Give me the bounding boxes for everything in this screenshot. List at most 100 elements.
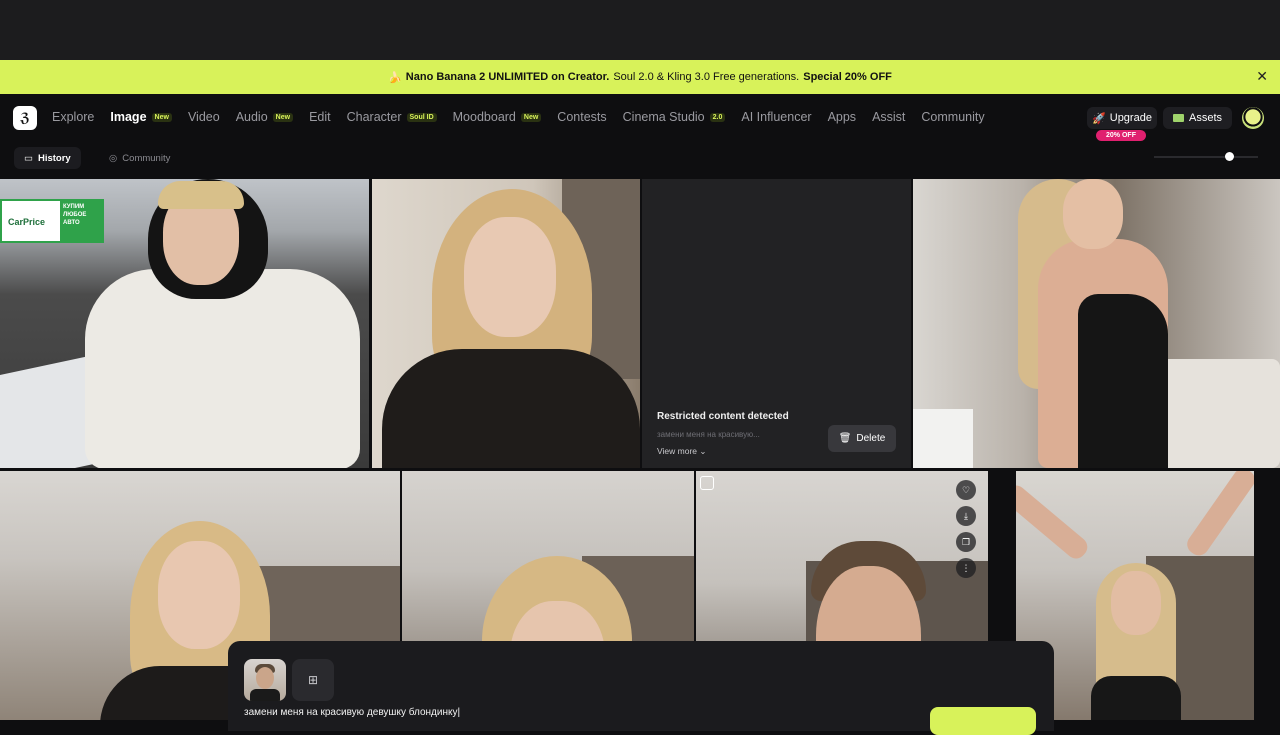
- nav-cinema-studio[interactable]: Cinema Studio 2.0: [623, 110, 726, 124]
- image-tile-2[interactable]: [372, 179, 640, 468]
- new-badge: New: [272, 112, 294, 122]
- restricted-tile[interactable]: Restricted content detected замени меня …: [642, 179, 911, 468]
- promo-text: Soul 2.0 & Kling 3.0 Free generations.: [613, 71, 800, 83]
- nav-character[interactable]: Character Soul ID: [347, 110, 437, 124]
- promo-banner[interactable]: 🍌 Nano Banana 2 UNLIMITED on Creator. So…: [0, 60, 1280, 94]
- shirt: [250, 689, 280, 701]
- tab-history[interactable]: ▭ History: [14, 147, 81, 169]
- upgrade-button[interactable]: 🚀 Upgrade: [1087, 107, 1157, 129]
- promo-bold-1: Nano Banana 2 UNLIMITED on Creator.: [405, 71, 610, 83]
- tab-label: History: [37, 152, 71, 164]
- discount-badge: 20% OFF: [1096, 130, 1146, 141]
- version-badge: 2.0: [709, 112, 726, 122]
- upgrade-label: Upgrade: [1109, 112, 1152, 124]
- nav-label: Audio: [235, 110, 268, 124]
- delete-button[interactable]: 🗑 Delete: [828, 425, 896, 452]
- prompt-text: замени меня на красивую девушку блондинк…: [244, 707, 458, 718]
- banana-icon: 🍌: [388, 71, 402, 84]
- generate-button[interactable]: [930, 707, 1036, 735]
- nav-label: Contests: [557, 110, 607, 124]
- nav-label: Apps: [827, 110, 857, 124]
- nav-apps[interactable]: Apps: [828, 110, 857, 124]
- nav-image[interactable]: Image New: [110, 110, 172, 124]
- copy-icon[interactable]: ❐: [956, 532, 976, 552]
- logo-icon[interactable]: ℨ: [13, 106, 37, 130]
- sign-line: ЛЮБОЕ: [63, 211, 87, 218]
- reference-image-thumb[interactable]: [244, 659, 286, 701]
- new-badge: New: [151, 112, 172, 122]
- assets-button[interactable]: Assets: [1163, 107, 1232, 129]
- nav-video[interactable]: Video: [188, 110, 220, 124]
- nav-audio[interactable]: Audio New: [235, 110, 294, 124]
- face: [1111, 571, 1161, 635]
- trash-icon: 🗑: [838, 433, 852, 444]
- sign-brand: CarPrice: [8, 217, 46, 227]
- delete-label: Delete: [856, 433, 886, 444]
- nav-items: Explore Image New Video Audio New Edit Cha…: [52, 110, 985, 124]
- prompt-input[interactable]: замени меня на красивую девушку блондинк…: [244, 707, 460, 718]
- sub-nav: ▭ History ◎ Community: [0, 145, 1280, 175]
- gap: [1256, 471, 1280, 720]
- sofa: [1153, 359, 1280, 468]
- zoom-slider[interactable]: [1154, 152, 1258, 161]
- nav-label: Edit: [309, 110, 331, 124]
- nav-label: AI Influencer: [741, 110, 812, 124]
- black-sweater: [382, 349, 640, 468]
- slider-knob[interactable]: [1225, 152, 1234, 161]
- folder-icon: [1172, 114, 1184, 122]
- chevron-down-icon: ⌄: [699, 446, 707, 456]
- view-more-label: View more: [657, 446, 697, 456]
- nav-label: Explore: [52, 110, 95, 124]
- nav-ai-influencer[interactable]: AI Influencer: [741, 110, 811, 124]
- select-checkbox[interactable]: [700, 476, 714, 490]
- face: [464, 217, 556, 337]
- face: [256, 667, 274, 689]
- nav-label: Moodboard: [452, 110, 516, 124]
- nav-explore[interactable]: Explore: [52, 110, 94, 124]
- face: [1063, 179, 1123, 249]
- new-badge: New: [520, 112, 542, 122]
- prompt-composer: ⊞ замени меня на красивую девушку блонди…: [228, 641, 1054, 735]
- restricted-title: Restricted content detected: [657, 411, 789, 422]
- tab-label: Community: [122, 152, 171, 164]
- rocket-icon: 🚀: [1092, 112, 1106, 125]
- nav-edit[interactable]: Edit: [309, 110, 331, 124]
- face: [158, 541, 240, 649]
- folder-outline-icon: ▭: [24, 152, 33, 164]
- image-tile-1[interactable]: CarPrice КУПИМ ЛЮБОЕ АВТО: [0, 179, 369, 468]
- nav-label: Character: [346, 110, 402, 124]
- add-image-button[interactable]: ⊞: [292, 659, 334, 701]
- nav-label: Video: [187, 110, 220, 124]
- view-more-link[interactable]: View more ⌄: [657, 446, 707, 457]
- nav-label: Assist: [872, 110, 906, 124]
- blonde-hair: [158, 181, 244, 209]
- image-tile-3[interactable]: [913, 179, 1280, 468]
- avatar[interactable]: [1242, 107, 1264, 129]
- globe-icon: ◎: [109, 152, 118, 164]
- nav-assist[interactable]: Assist: [872, 110, 905, 124]
- download-icon[interactable]: ⤓: [956, 506, 976, 526]
- heart-icon[interactable]: ♡: [956, 480, 976, 500]
- sign-line: КУПИМ: [63, 204, 85, 210]
- assets-label: Assets: [1188, 112, 1222, 124]
- sign-slogan: КУПИМ ЛЮБОЕ АВТО: [60, 201, 104, 241]
- promo-bold-2: Special 20% OFF: [803, 71, 892, 83]
- carprice-sign: CarPrice КУПИМ ЛЮБОЕ АВТО: [0, 199, 104, 243]
- top-black-bar: [0, 0, 1280, 60]
- soul-id-badge: Soul ID: [406, 112, 437, 122]
- tab-community[interactable]: ◎ Community: [99, 147, 180, 169]
- nav-label: Community: [921, 110, 985, 124]
- nav-community[interactable]: Community: [921, 110, 984, 124]
- nav-moodboard[interactable]: Moodboard New: [453, 110, 542, 124]
- nav-contests[interactable]: Contests: [557, 110, 606, 124]
- white-cabinet: [913, 409, 973, 468]
- restricted-prompt: замени меня на красивую...: [657, 430, 760, 439]
- black-top: [1091, 676, 1181, 720]
- black-dress: [1078, 294, 1168, 468]
- nav-label: Cinema Studio: [622, 110, 705, 124]
- image-add-icon: ⊞: [307, 673, 319, 687]
- nav-label: Image: [110, 110, 147, 124]
- text-cursor: |: [457, 707, 461, 718]
- more-icon[interactable]: ⋮: [956, 558, 976, 578]
- close-icon[interactable]: ✕: [1256, 68, 1268, 85]
